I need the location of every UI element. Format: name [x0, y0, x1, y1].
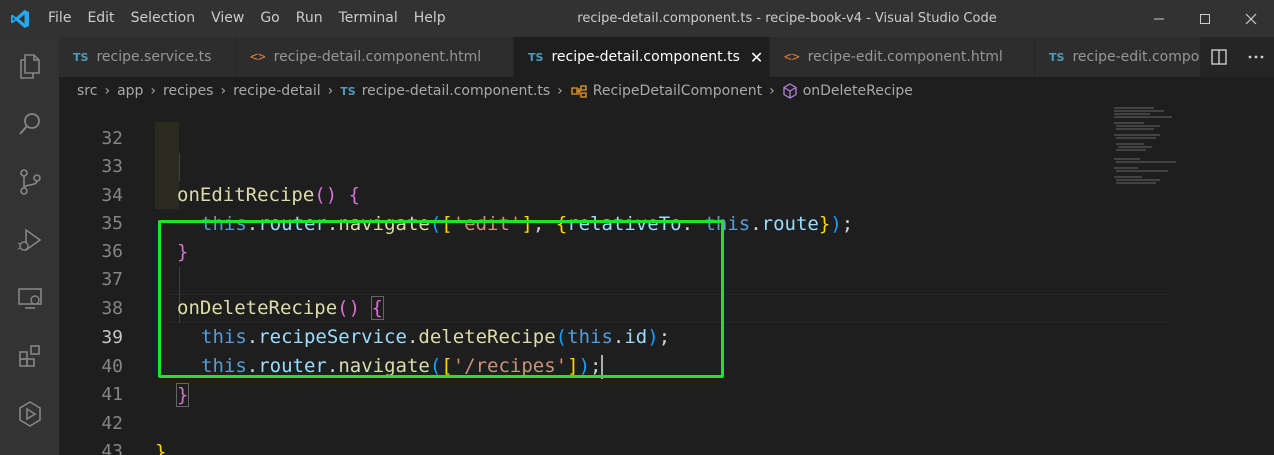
source-control-button[interactable]	[0, 153, 59, 211]
tab-recipe-detail-ts[interactable]: TS recipe-detail.component.ts ✕	[514, 37, 770, 77]
typescript-icon: TS	[340, 84, 356, 98]
extensions-button[interactable]	[0, 327, 59, 385]
vscode-logo-icon	[0, 0, 40, 37]
explorer-button[interactable]	[0, 37, 59, 95]
menu-help[interactable]: Help	[406, 0, 454, 37]
remote-explorer-icon	[17, 288, 42, 309]
breadcrumb-method[interactable]: onDeleteRecipe	[803, 83, 913, 99]
menu-selection[interactable]: Selection	[123, 0, 204, 37]
tab-label: recipe-edit.compo	[1072, 49, 1200, 65]
breadcrumb-app[interactable]: app	[117, 83, 143, 99]
close-icon	[1245, 13, 1257, 24]
maximize-button[interactable]	[1182, 0, 1228, 37]
typescript-icon: TS	[73, 50, 89, 64]
breadcrumb-folder[interactable]: recipe-detail	[233, 83, 321, 99]
breadcrumb-file[interactable]: recipe-detail.component.ts	[362, 83, 550, 99]
tab-label: recipe-detail.component.html	[273, 49, 482, 65]
highlight-annotation-box	[158, 220, 724, 378]
menu-edit[interactable]: Edit	[79, 0, 122, 37]
chevron-right-icon: ›	[769, 83, 775, 99]
more-actions-icon[interactable]	[1247, 48, 1265, 66]
breadcrumb-recipes[interactable]: recipes	[163, 83, 213, 99]
typescript-icon: TS	[528, 50, 544, 64]
extensions-icon	[18, 345, 40, 367]
menu-bar: File Edit Selection View Go Run Terminal…	[40, 0, 454, 37]
live-share-button[interactable]	[0, 385, 59, 443]
tab-label: recipe.service.ts	[96, 49, 212, 65]
tab-recipe-service[interactable]: TS recipe.service.ts	[59, 37, 236, 77]
title-bar: File Edit Selection View Go Run Terminal…	[0, 0, 1274, 37]
class-icon	[571, 85, 587, 98]
breadcrumb: src › app › recipes › recipe-detail › TS…	[59, 77, 1274, 105]
typescript-icon: TS	[1049, 50, 1065, 64]
menu-view[interactable]: View	[203, 0, 252, 37]
tab-label: recipe-edit.component.html	[807, 49, 1003, 65]
tab-recipe-edit-html[interactable]: <> recipe-edit.component.html	[770, 37, 1035, 77]
editor-actions	[1200, 37, 1274, 77]
chevron-right-icon: ›	[327, 83, 334, 99]
menu-go[interactable]: Go	[252, 0, 287, 37]
code-line: 43	[59, 408, 1169, 455]
tab-recipe-detail-html[interactable]: <> recipe-detail.component.html	[236, 37, 514, 77]
minimize-icon	[1154, 18, 1164, 19]
close-tab-icon[interactable]: ✕	[750, 48, 763, 67]
activity-bar	[0, 37, 59, 455]
code-line: 32	[59, 105, 1169, 149]
search-icon	[18, 113, 40, 135]
html-icon: <>	[784, 49, 800, 65]
method-icon	[783, 83, 797, 99]
editor-tabs: TS recipe.service.ts <> recipe-detail.co…	[59, 37, 1274, 77]
files-icon	[19, 54, 40, 79]
line-number: 43	[101, 441, 123, 455]
menu-run[interactable]: Run	[288, 0, 331, 37]
html-icon: <>	[250, 49, 266, 65]
maximize-icon	[1200, 13, 1210, 24]
tab-label: recipe-detail.component.ts	[551, 49, 740, 65]
chevron-right-icon: ›	[104, 83, 111, 99]
minimize-button[interactable]	[1136, 0, 1182, 37]
breadcrumb-src[interactable]: src	[77, 83, 97, 99]
code-line: 35 }	[59, 180, 1169, 263]
minimap[interactable]	[1114, 105, 1178, 195]
remote-explorer-button[interactable]	[0, 269, 59, 327]
code-line: 33 onEditRecipe() {	[59, 123, 1169, 206]
code-line: 34 this.router.navigate(['edit'], {relat…	[59, 152, 1169, 235]
tab-recipe-edit-ts[interactable]: TS recipe-edit.compo	[1035, 37, 1205, 77]
menu-file[interactable]: File	[40, 0, 79, 37]
chevron-right-icon: ›	[220, 83, 227, 99]
code-line: 42 }	[59, 380, 1169, 455]
search-button[interactable]	[0, 95, 59, 153]
close-window-button[interactable]	[1228, 0, 1274, 37]
run-debug-button[interactable]	[0, 211, 59, 269]
chevron-right-icon: ›	[557, 83, 563, 99]
window-title-text: recipe-detail.component.ts - recipe-book…	[577, 11, 997, 26]
chevron-right-icon: ›	[150, 83, 157, 99]
run-debug-icon	[17, 228, 41, 252]
breadcrumb-class[interactable]: RecipeDetailComponent	[593, 83, 762, 99]
menu-terminal[interactable]: Terminal	[331, 0, 406, 37]
window-controls	[1136, 0, 1274, 37]
source-control-icon	[19, 169, 41, 195]
split-editor-icon[interactable]	[1210, 48, 1228, 66]
play-hexagon-icon	[18, 401, 41, 427]
